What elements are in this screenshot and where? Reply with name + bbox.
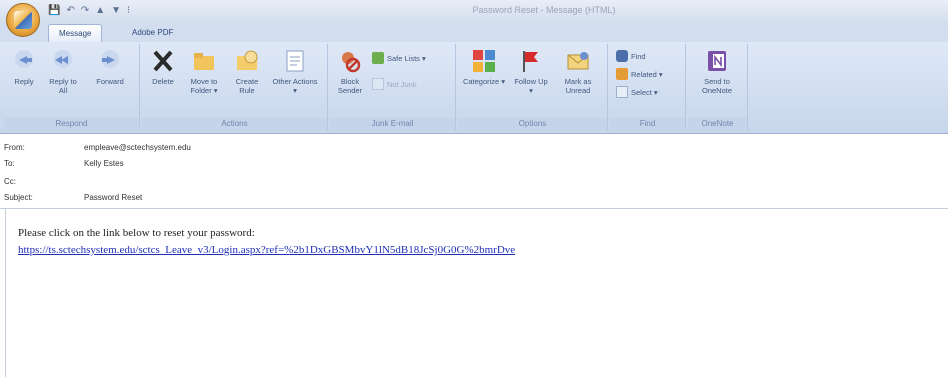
create-rule-button[interactable]: Create Rule bbox=[230, 48, 264, 95]
ribbon-tabs: Message Adobe PDF bbox=[0, 22, 948, 42]
forward-label: Forward bbox=[96, 77, 124, 86]
reply-all-label: Reply to All bbox=[49, 77, 77, 95]
move-to-folder-button[interactable]: Move to Folder ▾ bbox=[184, 48, 224, 95]
other-actions-icon bbox=[286, 50, 304, 72]
safe-lists-button[interactable]: Safe Lists ▾ bbox=[372, 52, 426, 64]
title-bar: 💾 ↶ ↷ ▲ ▼ ⁝ Password Reset - Message (HT… bbox=[0, 0, 948, 37]
related-label: Related ▾ bbox=[631, 69, 663, 79]
actions-group-label: Actions bbox=[142, 118, 327, 130]
categorize-button[interactable]: Categorize ▾ bbox=[462, 48, 506, 86]
to-value[interactable]: Kelly Estes bbox=[84, 159, 124, 168]
subject-label: Subject: bbox=[4, 193, 33, 202]
block-sender-label: Block Sender bbox=[337, 77, 363, 95]
subject-value: Password Reset bbox=[84, 193, 143, 202]
rule-icon bbox=[237, 50, 258, 70]
forward-button[interactable]: Forward bbox=[88, 48, 132, 86]
reply-button[interactable]: Reply bbox=[10, 48, 38, 86]
actions-group: Delete Move to Folder ▾ Create Rule Othe… bbox=[142, 44, 328, 130]
options-group: Categorize ▾ Follow Up ▾ Mark as Unread … bbox=[458, 44, 608, 130]
unread-envelope-icon bbox=[567, 52, 589, 70]
reply-icon bbox=[15, 50, 33, 68]
safe-lists-label: Safe Lists ▾ bbox=[387, 53, 426, 63]
options-group-label: Options bbox=[458, 118, 607, 130]
block-sender-icon bbox=[342, 52, 361, 73]
move-to-folder-label: Move to Folder ▾ bbox=[190, 77, 218, 95]
safe-lists-icon bbox=[372, 52, 384, 64]
body-text: Please click on the link below to reset … bbox=[18, 227, 255, 239]
reply-all-icon bbox=[54, 50, 72, 68]
delete-label: Delete bbox=[152, 77, 174, 86]
to-label: To: bbox=[4, 159, 15, 168]
cc-label: Cc: bbox=[4, 177, 16, 186]
find-group-label: Find bbox=[610, 118, 685, 130]
onenote-group-label: OneNote bbox=[688, 118, 747, 130]
office-button[interactable] bbox=[6, 3, 40, 37]
reply-label: Reply bbox=[14, 77, 34, 86]
message-headers: From: empleave@sctechsystem.edu To: Kell… bbox=[0, 134, 948, 208]
select-label: Select ▾ bbox=[631, 87, 658, 97]
from-value[interactable]: empleave@sctechsystem.edu bbox=[84, 143, 191, 152]
other-actions-button[interactable]: Other Actions ▾ bbox=[272, 48, 318, 95]
find-label: Find bbox=[631, 51, 646, 61]
follow-up-button[interactable]: Follow Up ▾ bbox=[514, 48, 548, 95]
junk-email-group: Block Sender Safe Lists ▾ Not Junk Junk … bbox=[330, 44, 456, 130]
send-to-onenote-label: Send to OneNote bbox=[701, 77, 733, 95]
junk-email-group-label: Junk E-mail bbox=[330, 118, 455, 130]
delete-icon bbox=[153, 50, 173, 72]
follow-up-label: Follow Up ▾ bbox=[514, 77, 548, 95]
body-left-margin bbox=[0, 209, 6, 377]
block-sender-button[interactable]: Block Sender bbox=[334, 48, 366, 95]
binoculars-icon bbox=[616, 50, 628, 62]
message-body[interactable]: Please click on the link below to reset … bbox=[0, 208, 948, 377]
not-junk-icon bbox=[372, 78, 384, 90]
related-icon bbox=[616, 68, 628, 80]
categorize-icon bbox=[473, 50, 495, 72]
related-button[interactable]: Related ▾ bbox=[616, 68, 663, 80]
not-junk-button[interactable]: Not Junk bbox=[372, 78, 417, 90]
find-group: Find Related ▾ Select ▾ Find bbox=[610, 44, 686, 130]
flag-icon bbox=[523, 51, 538, 72]
not-junk-label: Not Junk bbox=[387, 79, 417, 89]
reply-all-button[interactable]: Reply to All bbox=[46, 48, 80, 95]
onenote-group: Send to OneNote OneNote bbox=[688, 44, 748, 130]
reset-password-link[interactable]: https://ts.sctechsystem.edu/sctcs_Leave_… bbox=[18, 244, 515, 256]
select-arrow-icon bbox=[616, 86, 628, 98]
forward-icon bbox=[101, 50, 119, 68]
select-button[interactable]: Select ▾ bbox=[616, 86, 658, 98]
office-logo-icon bbox=[14, 11, 32, 29]
ribbon: Reply Reply to All Forward Respond Delet… bbox=[0, 42, 948, 134]
folder-icon bbox=[194, 53, 214, 70]
respond-group-label: Respond bbox=[4, 118, 139, 130]
delete-button[interactable]: Delete bbox=[148, 48, 178, 86]
categorize-label: Categorize ▾ bbox=[462, 77, 506, 86]
find-button[interactable]: Find bbox=[616, 50, 646, 62]
onenote-icon bbox=[708, 51, 726, 71]
tab-message[interactable]: Message bbox=[48, 24, 103, 42]
mark-as-unread-label: Mark as Unread bbox=[564, 77, 592, 95]
from-label: From: bbox=[4, 143, 25, 152]
create-rule-label: Create Rule bbox=[235, 77, 259, 95]
respond-group: Reply Reply to All Forward Respond bbox=[4, 44, 140, 130]
other-actions-label: Other Actions ▾ bbox=[272, 77, 318, 95]
send-to-onenote-button[interactable]: Send to OneNote bbox=[694, 48, 740, 95]
mark-as-unread-button[interactable]: Mark as Unread bbox=[556, 48, 600, 95]
tab-adobe-pdf[interactable]: Adobe PDF bbox=[122, 24, 183, 42]
window-title: Password Reset - Message (HTML) bbox=[472, 5, 616, 15]
